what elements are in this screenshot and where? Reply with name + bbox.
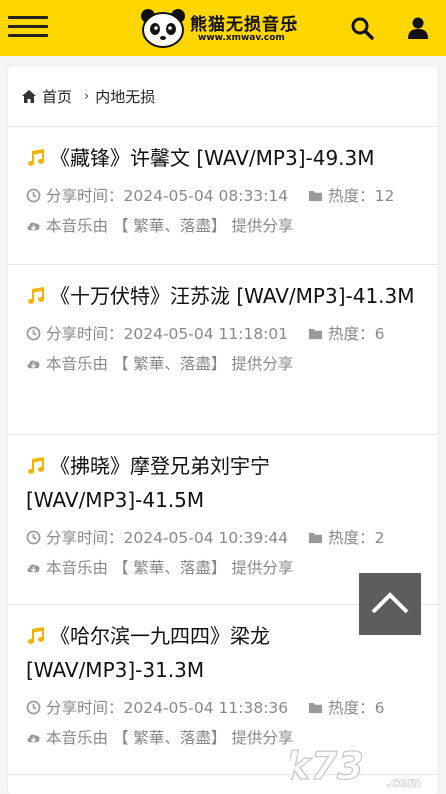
back-to-top-button[interactable] — [359, 573, 421, 635]
item-title[interactable]: 《十万伏特》汪苏泷 [WAV/MP3]-41.3M — [26, 279, 420, 313]
cloud-download-icon — [27, 734, 40, 743]
sharer-suffix: 提供分享 — [231, 217, 294, 235]
share-time: 2024-05-04 11:38:36 — [123, 699, 289, 717]
folder-icon — [309, 532, 323, 544]
sharer-prefix: 本音乐由 — [46, 559, 109, 577]
user-icon[interactable] — [407, 16, 429, 40]
item-title[interactable]: 《藏锋》许馨文 [WAV/MP3]-49.3M — [26, 141, 420, 175]
item-meta-sharer: 本音乐由 【 繁華、落盡】 提供分享 — [26, 211, 420, 241]
sharer-suffix: 提供分享 — [231, 355, 294, 373]
sharer-prefix: 本音乐由 — [46, 729, 109, 747]
panda-logo-icon — [141, 9, 185, 48]
logo-url: www.xmwav.com — [198, 33, 285, 43]
time-label: 分享时间： — [46, 325, 124, 343]
item-meta-time: 分享时间：2024-05-04 08:33:14 热度：12 — [26, 181, 420, 211]
cloud-download-icon — [27, 564, 40, 573]
share-time: 2024-05-04 08:33:14 — [123, 187, 289, 205]
sharer-prefix: 本音乐由 — [46, 355, 109, 373]
item-title[interactable]: 《拂晓》摩登兄弟刘宇宁 [WAV/MP3]-41.5M — [26, 449, 420, 517]
breadcrumb-home-link[interactable]: 首页 — [42, 86, 72, 107]
music-note-icon — [28, 287, 45, 304]
sharer-suffix: 提供分享 — [231, 559, 294, 577]
chevron-up-icon — [371, 592, 409, 614]
cloud-download-icon — [27, 360, 40, 369]
item-title-text[interactable]: 《拂晓》摩登兄弟刘宇宁 [WAV/MP3]-41.5M — [26, 454, 270, 512]
folder-icon — [309, 702, 323, 714]
music-note-icon — [28, 627, 45, 644]
breadcrumb-current: 内地无损 — [95, 87, 156, 106]
sharer-prefix: 本音乐由 — [46, 217, 109, 235]
time-label: 分享时间： — [46, 187, 124, 205]
home-icon — [22, 89, 36, 103]
share-time: 2024-05-04 11:18:01 — [123, 325, 289, 343]
cloud-download-icon — [27, 222, 40, 231]
svg-text:k73: k73 — [290, 744, 368, 789]
music-note-icon — [28, 149, 45, 166]
top-bar: 熊猫无损音乐 www.xmwav.com ♪ — [0, 0, 446, 56]
sharer-name[interactable]: 【 繁華、落盡】 — [113, 729, 226, 747]
heat-value: 2 — [374, 529, 385, 547]
heat-label: 热度： — [328, 529, 375, 547]
item-title-text[interactable]: 《十万伏特》汪苏泷 [WAV/MP3]-41.3M — [50, 284, 415, 308]
item-meta-sharer: 本音乐由 【 繁華、落盡】 提供分享 — [26, 349, 420, 379]
heat-value: 6 — [374, 699, 385, 717]
chevron-right-icon: › — [84, 88, 90, 104]
time-label: 分享时间： — [46, 699, 124, 717]
logo-text: 熊猫无损音乐 — [190, 15, 298, 35]
svg-text:.com: .com — [386, 776, 421, 791]
folder-icon — [309, 190, 323, 202]
breadcrumb: 首页 › 内地无损 — [8, 66, 438, 127]
item-meta-time: 分享时间：2024-05-04 11:38:36 热度：6 — [26, 693, 420, 723]
list-item[interactable]: 《藏锋》许馨文 [WAV/MP3]-49.3M 分享时间：2024-05-04 … — [8, 127, 438, 265]
list-item[interactable]: 《十万伏特》汪苏泷 [WAV/MP3]-41.3M 分享时间：2024-05-0… — [8, 265, 438, 435]
clock-icon — [26, 188, 41, 203]
heat-label: 热度： — [328, 325, 375, 343]
heat-label: 热度： — [328, 187, 375, 205]
clock-icon — [26, 530, 41, 545]
heat-value: 12 — [374, 187, 395, 205]
search-icon[interactable] — [350, 16, 374, 40]
item-meta-time: 分享时间：2024-05-04 11:18:01 热度：6 — [26, 319, 420, 349]
sharer-name[interactable]: 【 繁華、落盡】 — [113, 559, 226, 577]
time-label: 分享时间： — [46, 529, 124, 547]
site-logo[interactable]: 熊猫无损音乐 www.xmwav.com ♪ — [140, 6, 310, 50]
heat-value: 6 — [374, 325, 385, 343]
item-title-text[interactable]: 《藏锋》许馨文 [WAV/MP3]-49.3M — [50, 146, 375, 170]
folder-icon — [309, 328, 323, 340]
music-note-icon: ♪ — [288, 16, 299, 35]
sharer-name[interactable]: 【 繁華、落盡】 — [113, 355, 226, 373]
heat-label: 热度： — [328, 699, 375, 717]
sharer-suffix: 提供分享 — [231, 729, 294, 747]
sharer-name[interactable]: 【 繁華、落盡】 — [113, 217, 226, 235]
music-note-icon — [28, 457, 45, 474]
main-content: 首页 › 内地无损 《藏锋》许馨文 [WAV/MP3]-49.3M 分享时间：2… — [8, 66, 438, 794]
clock-icon — [26, 700, 41, 715]
item-meta-time: 分享时间：2024-05-04 10:39:44 热度：2 — [26, 523, 420, 553]
watermark-logo: k73 .com — [290, 744, 421, 792]
share-time: 2024-05-04 10:39:44 — [123, 529, 289, 547]
menu-icon[interactable] — [8, 16, 48, 38]
clock-icon — [26, 326, 41, 341]
item-title-text[interactable]: 《哈尔滨一九四四》梁龙 [WAV/MP3]-31.3M — [26, 624, 270, 682]
